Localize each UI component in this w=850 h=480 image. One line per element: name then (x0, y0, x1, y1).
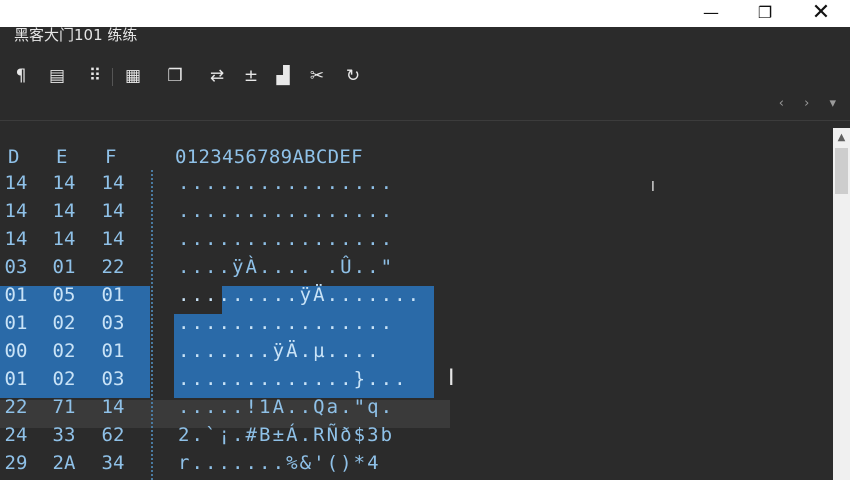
hex-byte[interactable]: 01 (99, 340, 127, 362)
hex-row[interactable]: 14 14 14................ (0, 226, 833, 254)
hex-byte[interactable]: 03 (99, 312, 127, 334)
hex-byte[interactable]: 14 (2, 228, 30, 250)
hex-row[interactable]: 03 01 22 ....ÿÀ.... .Û.." (0, 254, 833, 282)
hex-byte[interactable]: 03 (2, 256, 30, 278)
toolbar-separator (112, 68, 113, 86)
histogram-icon[interactable]: ▟ (270, 62, 296, 90)
menu-chevron-icon[interactable]: ▾ (829, 96, 844, 111)
hex-byte[interactable]: 14 (2, 200, 30, 222)
tools-icon[interactable]: ✂ (304, 62, 330, 90)
calculator-icon[interactable]: ▦ (120, 62, 146, 90)
hex-byte[interactable]: 01 (2, 284, 30, 306)
hex-byte[interactable]: 22 (2, 396, 30, 418)
hex-byte[interactable]: 14 (2, 172, 30, 194)
ascii-text[interactable]: ................ (178, 312, 394, 334)
hex-row[interactable]: 01 02 03................ (0, 310, 833, 338)
hex-byte[interactable]: 14 (50, 228, 78, 250)
hex-editor[interactable]: D E F 0123456789ABCDEF 14 14 14...........… (0, 128, 833, 480)
text-cursor-icon: I (448, 366, 455, 391)
transfer-icon[interactable]: ⇄ (204, 62, 230, 90)
hex-row[interactable]: 22 71 14 .....!1A..Qa."q. (0, 394, 833, 422)
hex-byte[interactable]: 14 (50, 200, 78, 222)
hex-byte[interactable]: 00 (2, 340, 30, 362)
hex-row[interactable]: 01 02 03.............}... (0, 366, 833, 394)
hex-row[interactable]: 14 14 14................ (0, 170, 833, 198)
hex-byte[interactable]: 71 (50, 396, 78, 418)
hex-byte[interactable]: 14 (50, 172, 78, 194)
hex-byte[interactable]: 24 (2, 424, 30, 446)
hex-byte[interactable]: 01 (2, 312, 30, 334)
app-title: 黑客大门101 练练 (14, 26, 138, 44)
column-header-d: D (8, 146, 20, 168)
hex-row[interactable]: 24 33 62 2.`¡.#B±Á.RÑð$3b (0, 422, 833, 450)
scroll-thumb[interactable] (835, 148, 848, 194)
close-button[interactable]: ✕ (798, 0, 844, 27)
hex-byte[interactable]: 02 (50, 312, 78, 334)
hex-row[interactable]: 29 2A 34 r.......%&'()*4 (0, 450, 833, 478)
ascii-text[interactable]: ....ÿÀ.... .Û.." (178, 256, 394, 278)
hex-byte[interactable]: 14 (99, 228, 127, 250)
columns-icon[interactable]: ▤ (44, 62, 70, 90)
next-icon[interactable]: › (804, 96, 817, 111)
ascii-text[interactable]: .........ÿÄ....... (178, 284, 421, 306)
ascii-text[interactable]: .............}... (178, 368, 408, 390)
hex-byte[interactable]: 34 (99, 452, 127, 474)
plus-minus-icon[interactable]: ± (238, 62, 264, 90)
hex-byte[interactable]: 22 (99, 256, 127, 278)
hex-byte[interactable]: 62 (99, 424, 127, 446)
refresh-icon[interactable]: ↻ (340, 62, 366, 90)
hex-byte[interactable]: 01 (99, 284, 127, 306)
ascii-header: 0123456789ABCDEF (175, 146, 363, 168)
hex-byte[interactable]: 05 (50, 284, 78, 306)
hex-byte[interactable]: 01 (2, 368, 30, 390)
copy-icon[interactable]: ❐ (162, 62, 188, 90)
hex-byte[interactable]: 14 (99, 396, 127, 418)
ascii-text[interactable]: ................ (178, 172, 394, 194)
column-header-f: F (105, 146, 117, 168)
title-bar: — ❐ ✕ (0, 0, 850, 27)
hex-byte[interactable]: 02 (50, 368, 78, 390)
hex-byte[interactable]: 03 (99, 368, 127, 390)
binary-icon[interactable]: ⠿ (82, 62, 108, 90)
column-header-e: E (56, 146, 68, 168)
nav-buttons: ‹ › ▾ (779, 96, 844, 111)
ascii-text[interactable]: .....!1A..Qa."q. (178, 396, 394, 418)
ascii-text[interactable]: 2.`¡.#B±Á.RÑð$3b (178, 424, 394, 446)
scroll-up-icon[interactable]: ▲ (833, 132, 850, 143)
hex-byte[interactable]: 14 (99, 172, 127, 194)
divider (0, 120, 850, 121)
prev-icon[interactable]: ‹ (779, 96, 792, 111)
hex-row[interactable]: 01 05 01 .........ÿÄ....... (0, 282, 833, 310)
hex-byte[interactable]: 29 (2, 452, 30, 474)
ascii-text[interactable]: ................ (178, 200, 394, 222)
maximize-button[interactable]: ❐ (742, 0, 788, 27)
minimize-button[interactable]: — (688, 0, 734, 27)
hex-row[interactable]: 00 02 01 .......ÿÄ.µ.... (0, 338, 833, 366)
ascii-text[interactable]: r.......%&'()*4 (178, 452, 381, 474)
vertical-scrollbar[interactable]: ▲ (833, 128, 850, 480)
hex-byte[interactable]: 14 (99, 200, 127, 222)
hex-byte[interactable]: 2A (50, 452, 78, 474)
hex-byte[interactable]: 33 (50, 424, 78, 446)
hex-byte[interactable]: 01 (50, 256, 78, 278)
ascii-text[interactable]: ................ (178, 228, 394, 250)
ascii-text[interactable]: .......ÿÄ.µ.... (178, 340, 381, 362)
hex-byte[interactable]: 02 (50, 340, 78, 362)
mouse-cursor-icon: I (651, 180, 655, 195)
hex-row[interactable]: 14 14 14................ (0, 198, 833, 226)
paragraph-icon[interactable]: ¶ (8, 62, 34, 90)
